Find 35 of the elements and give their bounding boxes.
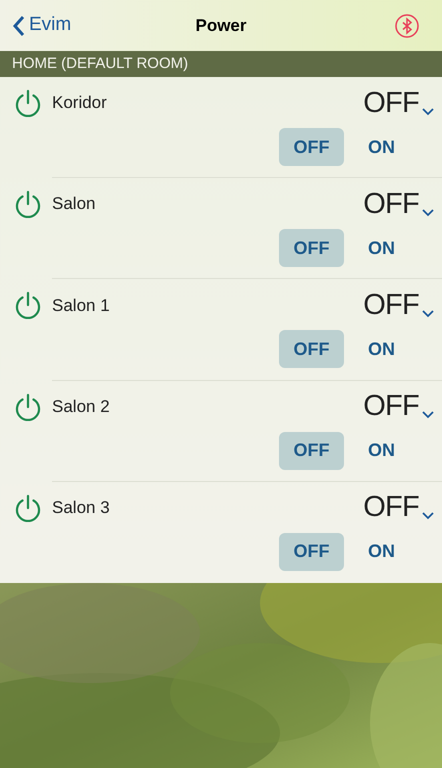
device-name: Koridor (52, 92, 107, 114)
segment-option[interactable]: ON (349, 532, 414, 571)
screen-title: Power (195, 14, 247, 37)
state-dropdown[interactable]: OFF (363, 392, 434, 422)
state-dropdown[interactable]: OFF (363, 190, 434, 219)
power-icon (14, 392, 42, 421)
segment-option[interactable]: OFF (279, 330, 344, 368)
chevron-left-icon (12, 14, 25, 36)
device-name: Salon 1 (52, 294, 110, 317)
chevron-down-icon (422, 411, 434, 420)
section-header: HOME (DEFAULT ROOM) (12, 54, 188, 74)
back-button[interactable]: Evim (12, 11, 72, 40)
device-name: Salon (52, 193, 96, 216)
segment-option[interactable]: OFF (279, 229, 344, 268)
chevron-down-icon (422, 310, 434, 318)
power-icon (14, 291, 42, 320)
segment-option[interactable]: ON (349, 330, 414, 368)
state-dropdown[interactable]: OFF (363, 493, 434, 522)
segment-option[interactable]: ON (349, 229, 414, 268)
power-icon (14, 190, 42, 218)
segment-option[interactable]: OFF (279, 128, 344, 166)
segment-option[interactable]: ON (349, 432, 414, 470)
chevron-down-icon (422, 208, 434, 217)
segment-option[interactable]: ON (349, 128, 414, 166)
chevron-down-icon (422, 108, 434, 116)
segment-option[interactable]: OFF (279, 432, 344, 470)
power-icon (14, 89, 42, 117)
device-name: Salon 3 (52, 497, 110, 519)
segment-option[interactable]: OFF (279, 532, 344, 571)
device-name: Salon 2 (52, 396, 110, 418)
bluetooth-icon[interactable] (395, 14, 419, 38)
state-dropdown[interactable]: OFF (363, 88, 434, 118)
power-icon (14, 494, 42, 522)
chevron-down-icon (422, 512, 434, 520)
state-dropdown[interactable]: OFF (363, 290, 434, 320)
